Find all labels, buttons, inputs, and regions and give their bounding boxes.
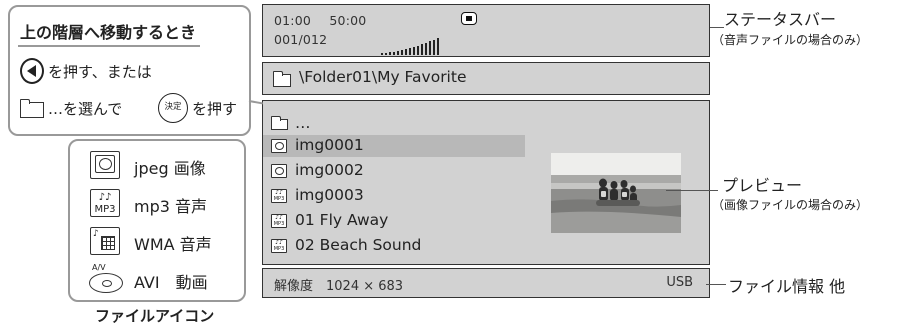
level-meter	[381, 35, 461, 55]
preview-callout: プレビュー	[722, 176, 803, 195]
enter-button-icon: 決定	[158, 93, 188, 123]
mp3-icon: ♪♪ MP3	[271, 214, 287, 228]
legend-label: AVI 動画	[134, 273, 208, 292]
file-row-02-beach-sound[interactable]: ♪♪ MP3 02 Beach Sound	[263, 235, 525, 257]
status-time-line: 01:00 50:00	[274, 13, 366, 28]
file-row-img0002[interactable]: img0002	[263, 160, 525, 182]
preview-callout-note: （画像ファイルの場合のみ）	[712, 198, 869, 212]
current-path: \Folder01\My Favorite	[299, 68, 467, 86]
file-name: 01 Fly Away	[295, 211, 389, 229]
file-list-panel: … img0001 img0002 ♪♪ MP3 img0003 ♪♪ MP3 01…	[262, 100, 710, 265]
file-info-bar: 解像度 1024 × 683 USB	[262, 268, 710, 298]
jpeg-icon	[271, 139, 287, 153]
file-icon-legend: jpeg 画像 ♪♪ MP3 mp3 音声 ♪ WMA 音声 A/V AVI 動画	[68, 139, 246, 302]
file-row-img0001[interactable]: img0001	[263, 135, 525, 157]
status-elapsed: 50:00	[329, 13, 367, 28]
file-name: 02 Beach Sound	[295, 236, 422, 254]
mp3-icon: ♪♪ MP3	[90, 189, 120, 217]
back-button-icon	[20, 58, 44, 84]
preview-image	[551, 153, 681, 233]
preview-leader-line	[666, 190, 718, 192]
status-counter: 001/012	[274, 32, 328, 47]
navigation-help-line: …を選んで	[48, 100, 123, 118]
mp3-icon: ♪♪ MP3	[271, 189, 287, 203]
legend-label: jpeg 画像	[134, 159, 206, 178]
folder-icon	[19, 99, 44, 118]
legend-row-jpeg: jpeg 画像	[70, 147, 248, 183]
status-bar: 01:00 50:00 001/012	[262, 4, 710, 57]
legend-label: mp3 音声	[134, 197, 208, 216]
status-bar-callout-note: （音声ファイルの場合のみ）	[712, 33, 869, 47]
source-label: USB	[666, 275, 693, 290]
file-row-01-fly-away[interactable]: ♪♪ MP3 01 Fly Away	[263, 210, 525, 232]
folder-icon	[270, 116, 288, 130]
file-row-img0003[interactable]: ♪♪ MP3 img0003	[263, 185, 525, 207]
legend-caption: ファイルアイコン	[95, 307, 215, 325]
parent-folder-row[interactable]: …	[263, 113, 525, 135]
jpeg-icon	[90, 151, 120, 179]
status-mode: 01:00	[274, 13, 312, 28]
legend-label: WMA 音声	[134, 235, 212, 254]
file-name: img0003	[295, 186, 364, 204]
path-bar: \Folder01\My Favorite	[262, 62, 710, 95]
file-name: img0001	[295, 136, 364, 154]
navigation-help-line: を押す、または	[48, 63, 152, 81]
wma-icon: ♪	[90, 227, 120, 255]
status-leader-line	[710, 27, 724, 29]
file-info-callout: ファイル情報 他	[728, 277, 846, 296]
file-name: img0002	[295, 161, 364, 179]
avi-icon: A/V	[89, 263, 123, 293]
legend-row-avi: A/V AVI 動画	[70, 261, 248, 297]
parent-folder-label: …	[295, 114, 311, 132]
jpeg-icon	[271, 164, 287, 178]
navigation-help-line: を押す	[192, 100, 238, 118]
stop-icon	[461, 12, 477, 25]
navigation-help-box: 上の階層へ移動するとき を押す、または …を選んで 決定 を押す	[8, 5, 251, 136]
legend-row-mp3: ♪♪ MP3 mp3 音声	[70, 185, 248, 221]
mp3-icon: ♪♪ MP3	[271, 239, 287, 253]
navigation-help-title: 上の階層へ移動するとき	[17, 19, 201, 47]
resolution-text: 解像度 1024 × 683	[274, 279, 404, 294]
legend-row-wma: ♪ WMA 音声	[70, 223, 248, 259]
status-bar-callout: ステータスバー	[724, 10, 837, 29]
folder-icon	[272, 71, 291, 87]
file-info-leader-line	[706, 284, 726, 286]
